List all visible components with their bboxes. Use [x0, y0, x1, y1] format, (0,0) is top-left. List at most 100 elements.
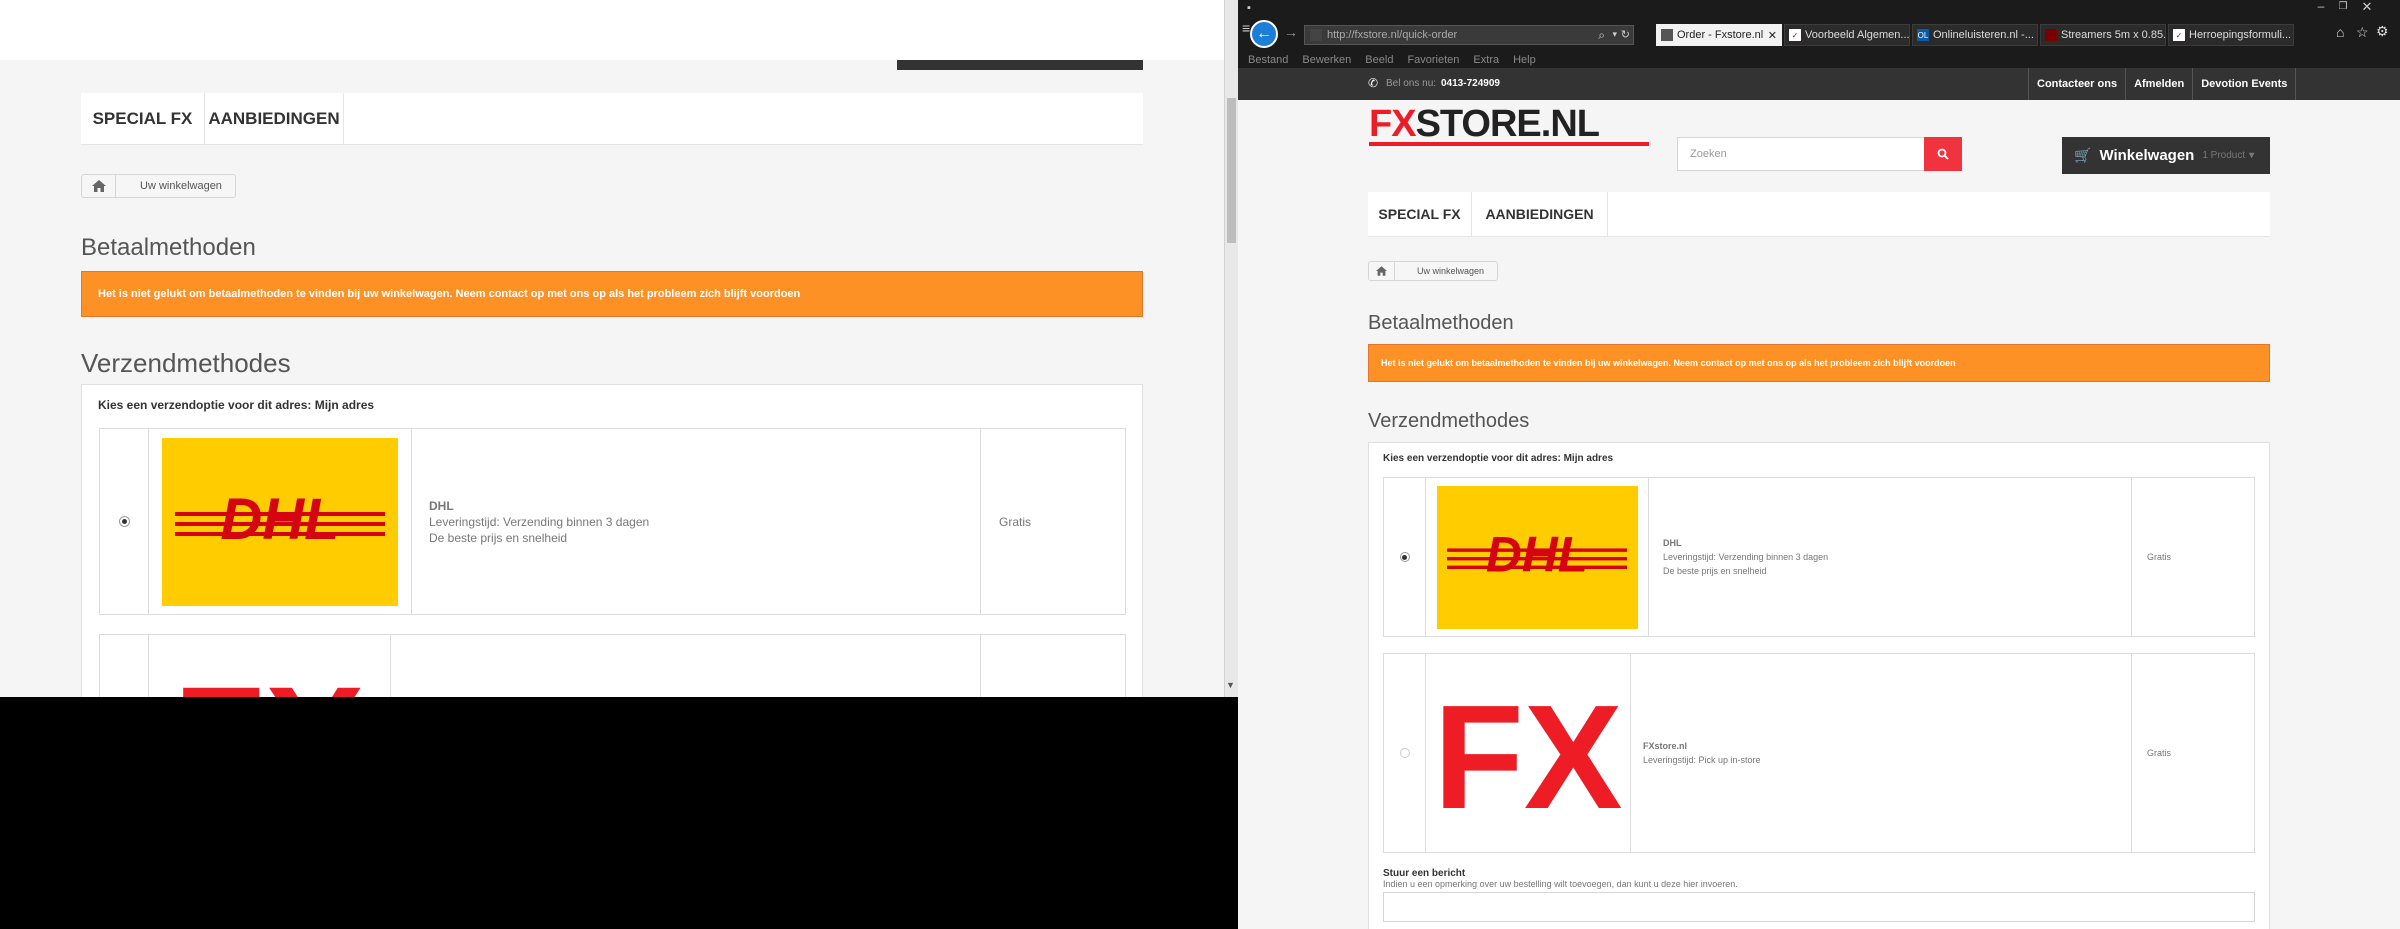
- nav-special-fx[interactable]: SPECIAL FX: [1368, 192, 1472, 236]
- carrier-delivery: Leveringstijd: Pick up in-store: [1643, 755, 1761, 765]
- payment-alert: Het is niet gelukt om betaalmethoden te …: [81, 271, 1143, 317]
- svg-text:FX: FX: [173, 681, 365, 697]
- menu-help[interactable]: Help: [1513, 54, 1536, 66]
- dhl-logo: DHL: [162, 437, 398, 606]
- address-bar[interactable]: http://fxstore.nl/quick-order ⌕ ▾ ↻: [1304, 25, 1634, 45]
- ol-favicon: OL: [1917, 29, 1929, 41]
- search-icon[interactable]: ⌕: [1598, 28, 1605, 43]
- fx-logo-text: FX: [1434, 688, 1622, 818]
- tab-onlineluisteren[interactable]: OL Onlineluisteren.nl -...: [1912, 24, 2038, 46]
- carrier-delivery: Leveringstijd: Verzending binnen 3 dagen: [429, 514, 650, 529]
- home-icon[interactable]: [1369, 262, 1395, 280]
- side-menu-icon[interactable]: ≡: [1242, 20, 1250, 36]
- minimize-icon[interactable]: –: [2310, 0, 2332, 13]
- cart-button[interactable]: 🛒 Winkelwagen 1 Product ▾: [2062, 137, 2270, 174]
- nav-special-fx[interactable]: SPECIAL FX: [81, 93, 205, 144]
- refresh-icon[interactable]: ↻: [1621, 28, 1630, 41]
- home-icon[interactable]: ⌂: [2336, 24, 2344, 40]
- link-devotion-events[interactable]: Devotion Events: [2192, 68, 2297, 100]
- main-nav: SPECIAL FX AANBIEDINGEN: [81, 93, 1143, 145]
- nav-aanbiedingen[interactable]: AANBIEDINGEN: [1472, 192, 1608, 236]
- tab-streamers[interactable]: Streamers 5m x 0.85...: [2040, 24, 2166, 46]
- search-icon: [1937, 148, 1949, 160]
- menu-favorieten[interactable]: Favorieten: [1407, 54, 1459, 66]
- close-tab-icon[interactable]: ✕: [1768, 29, 1781, 42]
- left-scroll-thumb[interactable]: [1227, 98, 1236, 243]
- radio-fx[interactable]: [1399, 748, 1410, 758]
- main-nav: SPECIAL FX AANBIEDINGEN: [1368, 192, 2270, 237]
- link-logout[interactable]: Afmelden: [2125, 68, 2192, 100]
- carrier-option-dhl[interactable]: DHL DHL Leveringstijd: Verzending binnen…: [1383, 477, 2255, 637]
- tab-voorbeeld[interactable]: ✓ Voorbeeld Algemen...: [1784, 24, 1910, 46]
- shop-topbar: ✆ Bel ons nu: 0413-724909 Contacteer ons…: [1238, 68, 2400, 100]
- address-url: http://fxstore.nl/quick-order: [1327, 29, 1458, 41]
- menu-beeld[interactable]: Beeld: [1365, 54, 1393, 66]
- document-favicon: ✓: [1789, 29, 1801, 41]
- browser-chrome: ▪ – ❐ ✕ ≡ ← → http://fxstore.nl/quick-or…: [1238, 0, 2400, 52]
- browser-window: ▪ – ❐ ✕ ≡ ← → http://fxstore.nl/quick-or…: [1238, 0, 2400, 929]
- fxstore-favicon: [1661, 29, 1673, 41]
- scroll-down-arrow-icon[interactable]: ▼: [1226, 680, 1235, 690]
- top-links: Contacteer ons Afmelden Devotion Events: [2028, 68, 2297, 100]
- carrier-option-fx[interactable]: FX FXstore.nl Leveringstijd: Pick up in-…: [1383, 653, 2255, 853]
- radio-dhl[interactable]: [118, 516, 130, 527]
- cart-button-edge[interactable]: [897, 60, 1143, 70]
- logo-store: STORE.NL: [1415, 103, 1600, 145]
- home-icon[interactable]: [82, 175, 116, 197]
- dropdown-icon[interactable]: ▾: [1612, 29, 1617, 40]
- message-textarea[interactable]: [1383, 892, 2255, 922]
- forward-icon[interactable]: →: [1284, 24, 1298, 40]
- payment-heading: Betaalmethoden: [1368, 312, 1514, 334]
- carrier-name: FXstore.nl: [1643, 741, 1688, 751]
- left-pane: SPECIAL FX AANBIEDINGEN Uw winkelwagen B…: [0, 0, 1238, 697]
- menu-bestand[interactable]: Bestand: [1248, 54, 1288, 66]
- back-icon[interactable]: ←: [1250, 20, 1278, 48]
- link-contact[interactable]: Contacteer ons: [2028, 68, 2125, 100]
- carrier-option-dhl[interactable]: DHL DHL Leveringstijd: Verzending binnen…: [99, 428, 1126, 615]
- carrier-note: De beste prijs en snelheid: [429, 530, 568, 545]
- logo-fx: FX: [1369, 103, 1417, 145]
- cart-label: Winkelwagen: [2099, 147, 2195, 164]
- tab-label: Streamers 5m x 0.85...: [2061, 29, 2166, 41]
- carrier-name: DHL: [1663, 538, 1682, 548]
- carrier-delivery: Leveringstijd: Verzending binnen 3 dagen: [1663, 552, 1829, 562]
- page-header-area: [0, 0, 1224, 60]
- carrier-name: DHL: [429, 498, 454, 513]
- nav-aanbiedingen[interactable]: AANBIEDINGEN: [205, 93, 344, 144]
- site-favicon: [1310, 29, 1322, 41]
- carrier-price: Gratis: [2147, 748, 2172, 758]
- favorites-star-icon[interactable]: ☆: [2356, 24, 2369, 41]
- payment-alert: Het is niet gelukt om betaalmethoden te …: [1368, 344, 2270, 382]
- restore-icon[interactable]: ❐: [2332, 1, 2354, 12]
- carrier-option-fx[interactable]: FX: [99, 634, 1126, 697]
- search-input[interactable]: Zoeken: [1677, 137, 1925, 171]
- radio-dhl[interactable]: [1399, 552, 1410, 562]
- phone-label: Bel ons nu:: [1386, 78, 1437, 89]
- shipping-box: Kies een verzendoptie voor dit adres: Mi…: [1368, 442, 2270, 929]
- message-hint: Indien u een opmerking over uw bestellin…: [1383, 879, 1738, 889]
- screen: SPECIAL FX AANBIEDINGEN Uw winkelwagen B…: [0, 0, 2400, 929]
- carrier-price: Gratis: [2147, 552, 2172, 562]
- menu-bewerken[interactable]: Bewerken: [1302, 54, 1351, 66]
- shop-logo[interactable]: FXSTORE.NL: [1369, 103, 1649, 146]
- tab-label: Order - Fxstore.nl: [1677, 29, 1764, 41]
- close-window-icon[interactable]: ✕: [2356, 0, 2378, 15]
- tab-label: Voorbeeld Algemen...: [1805, 29, 1910, 41]
- settings-gear-icon[interactable]: ⚙: [2376, 23, 2389, 40]
- breadcrumb-current: Uw winkelwagen: [1417, 266, 1485, 276]
- tab-order[interactable]: Order - Fxstore.nl ✕: [1656, 24, 1782, 46]
- menu-bar: Bestand Bewerken Beeld Favorieten Extra …: [1238, 52, 2400, 68]
- breadcrumb: Uw winkelwagen: [1368, 261, 1498, 281]
- search-button[interactable]: [1924, 137, 1962, 171]
- tab-label: Herroepingsformuli...: [2189, 29, 2292, 41]
- fx-logo-partial: FX: [162, 681, 377, 697]
- cart-dropdown-icon: ▾: [2249, 150, 2255, 161]
- tab-label: Onlineluisteren.nl -...: [1933, 29, 2034, 41]
- payment-heading: Betaalmethoden: [81, 234, 256, 261]
- phone-icon: ✆: [1368, 76, 1379, 90]
- carrier-note: De beste prijs en snelheid: [1663, 566, 1767, 576]
- menu-extra[interactable]: Extra: [1473, 54, 1499, 66]
- tab-herroeping[interactable]: ✓ Herroepingsformuli...: [2168, 24, 2294, 46]
- dhl-logo-text: DHL: [220, 487, 339, 552]
- phone-number: 0413-724909: [1441, 78, 1500, 89]
